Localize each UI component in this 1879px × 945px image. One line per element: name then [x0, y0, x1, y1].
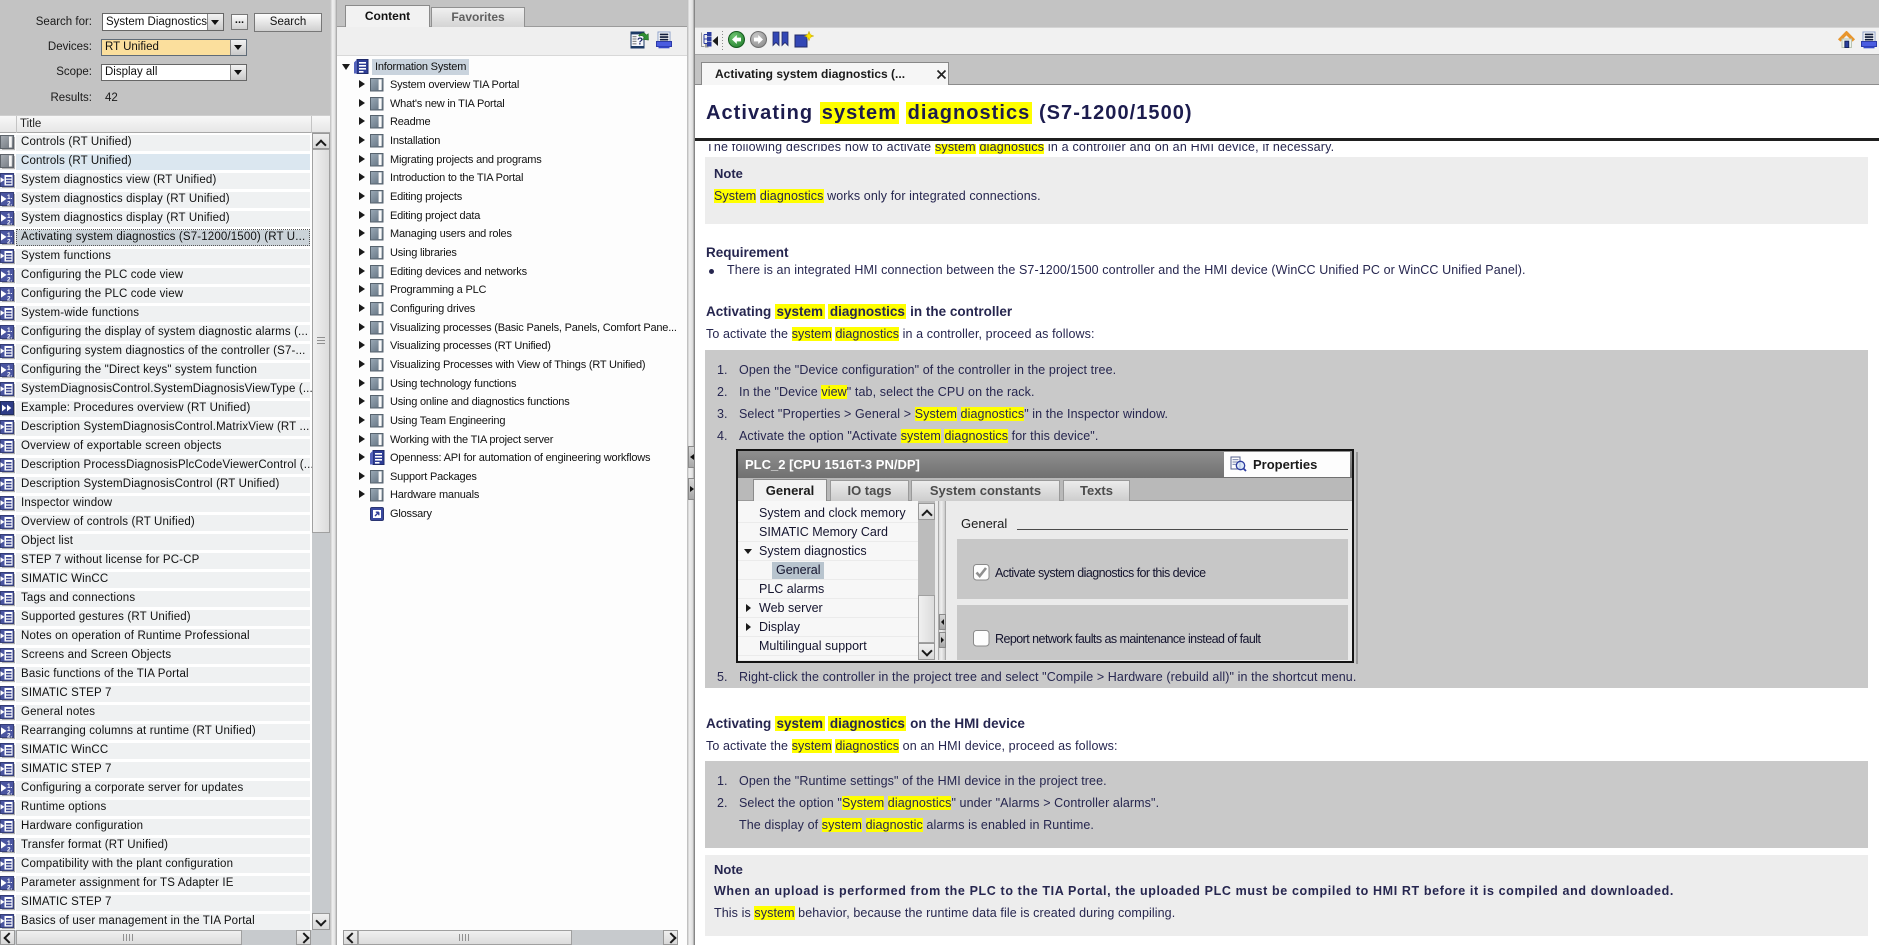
- svg-text:2.: 2.: [7, 200, 13, 207]
- svg-text:2.: 2.: [7, 276, 13, 283]
- svg-text:?: ?: [637, 37, 643, 48]
- svg-text:2.: 2.: [7, 884, 13, 891]
- svg-text:2.: 2.: [7, 219, 13, 226]
- svg-text:2.: 2.: [7, 238, 13, 245]
- svg-text:2.: 2.: [7, 333, 13, 340]
- svg-text:2.: 2.: [7, 371, 13, 378]
- svg-text:2.: 2.: [7, 789, 13, 796]
- svg-text:2.: 2.: [7, 732, 13, 739]
- svg-text:2.: 2.: [7, 846, 13, 853]
- svg-text:2.: 2.: [7, 295, 13, 302]
